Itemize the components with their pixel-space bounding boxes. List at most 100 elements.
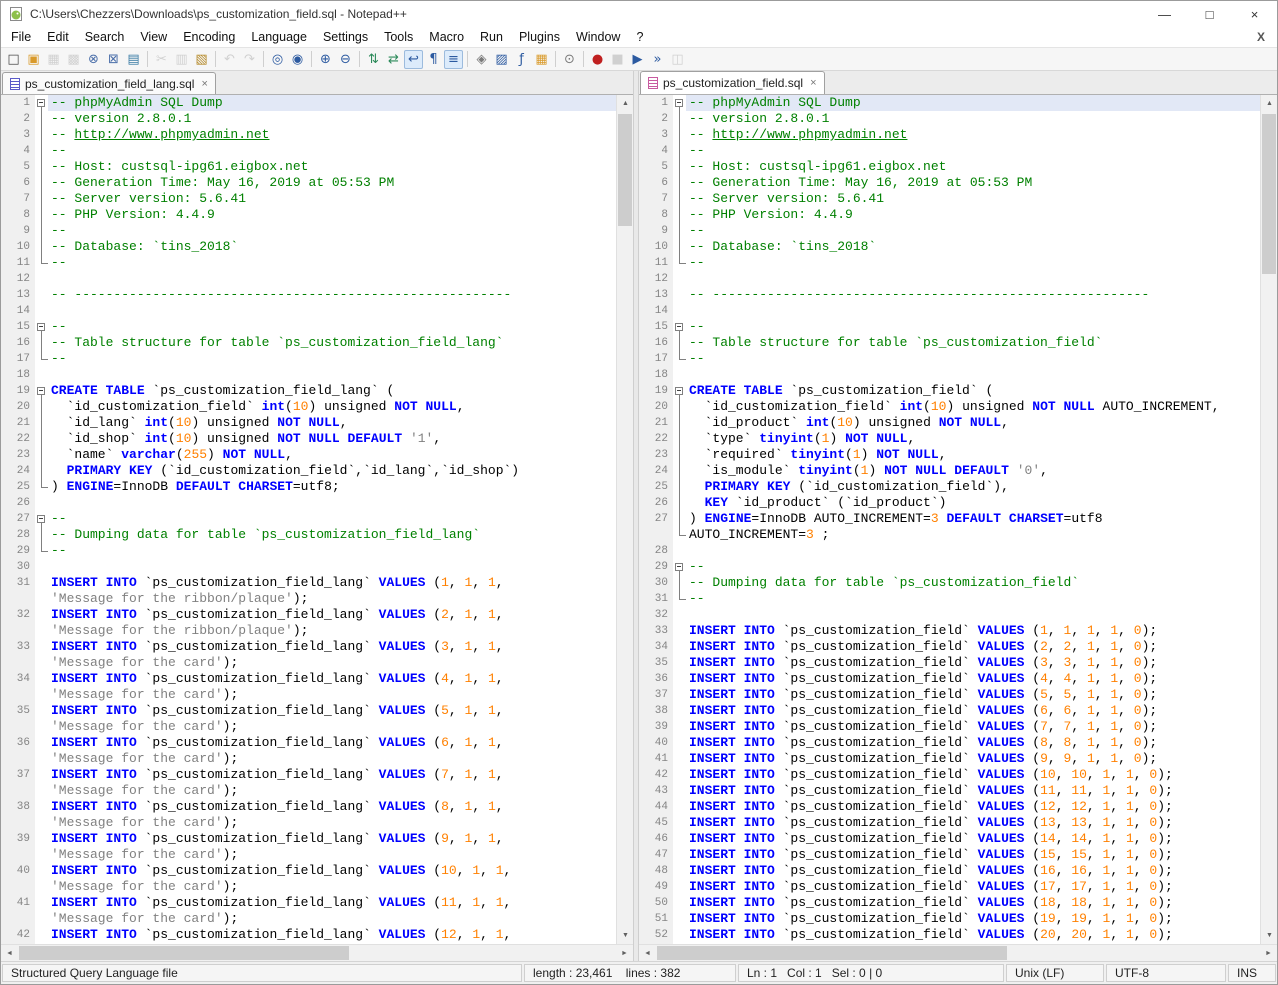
fold-collapse-icon[interactable] xyxy=(673,95,686,111)
scrollbar-thumb[interactable] xyxy=(618,114,632,226)
close-all-icon[interactable]: ⊠ xyxy=(104,50,123,69)
find-icon[interactable]: ◎ xyxy=(268,50,287,69)
code-text: INSERT INTO `ps_customization_field` VAL… xyxy=(686,767,1260,783)
menu-search[interactable]: Search xyxy=(77,28,133,46)
line-number: 11 xyxy=(1,255,35,271)
fold-margin xyxy=(673,223,686,239)
code-text: -- xyxy=(686,143,1260,159)
scroll-right-icon[interactable]: ► xyxy=(616,945,633,962)
cut-icon[interactable]: ✂ xyxy=(152,50,171,69)
scroll-left-icon[interactable]: ◄ xyxy=(1,945,18,962)
scrollbar-thumb[interactable] xyxy=(657,946,1007,960)
menu-edit[interactable]: Edit xyxy=(39,28,77,46)
code-text: 'Message for the card'); xyxy=(48,719,616,735)
user-defined-dialog-icon[interactable]: ◈ xyxy=(472,50,491,69)
code-line: 52INSERT INTO `ps_customization_field` V… xyxy=(639,927,1260,943)
menu-tools[interactable]: Tools xyxy=(376,28,421,46)
scroll-up-icon[interactable]: ▲ xyxy=(617,95,634,112)
print-icon[interactable]: ▤ xyxy=(124,50,143,69)
run-macro-multiple-times-icon[interactable]: » xyxy=(648,50,667,69)
code-text: INSERT INTO `ps_customization_field` VAL… xyxy=(686,639,1260,655)
tab-ps-customization-field[interactable]: ps_customization_field.sql × xyxy=(640,71,825,94)
save-file-icon[interactable]: ▦ xyxy=(44,50,63,69)
open-folder-icon[interactable]: ▣ xyxy=(24,50,43,69)
status-insert-mode[interactable]: INS xyxy=(1228,964,1276,982)
code-line: 34INSERT INTO `ps_customization_field` V… xyxy=(639,639,1260,655)
fold-margin xyxy=(673,415,686,431)
document-map-icon[interactable]: ▨ xyxy=(492,50,511,69)
fold-margin xyxy=(673,303,686,319)
stop-recording-icon[interactable]: ■ xyxy=(608,50,627,69)
fold-collapse-icon[interactable] xyxy=(35,511,48,527)
menu-file[interactable]: File xyxy=(3,28,39,46)
playback-macro-icon[interactable]: ▶ xyxy=(628,50,647,69)
toolbar-separator xyxy=(263,51,264,67)
minimize-button[interactable]: — xyxy=(1142,1,1187,27)
tab-close-icon[interactable]: × xyxy=(201,78,207,90)
scroll-right-icon[interactable]: ► xyxy=(1260,945,1277,962)
tab-ps-customization-field-lang[interactable]: ps_customization_field_lang.sql × xyxy=(2,72,216,94)
fold-collapse-icon[interactable] xyxy=(673,383,686,399)
status-eol-format[interactable]: Unix (LF) xyxy=(1006,964,1104,982)
scroll-down-icon[interactable]: ▼ xyxy=(1261,927,1278,944)
menu-plugins[interactable]: Plugins xyxy=(511,28,568,46)
menu-run[interactable]: Run xyxy=(472,28,511,46)
function-list-icon[interactable]: ƒ xyxy=(512,50,531,69)
line-number: 13 xyxy=(639,287,673,303)
redo-icon[interactable]: ↷ xyxy=(240,50,259,69)
horizontal-scrollbar-left[interactable]: ◄ ► xyxy=(1,944,633,961)
zoom-in-icon[interactable]: ⊕ xyxy=(316,50,335,69)
line-number: 14 xyxy=(639,303,673,319)
restore-button[interactable]: □ xyxy=(1187,1,1232,27)
copy-icon[interactable]: ▥ xyxy=(172,50,191,69)
save-recorded-macro-icon[interactable]: ◫ xyxy=(668,50,687,69)
code-line: 21 `id_lang` int(10) unsigned NOT NULL, xyxy=(1,415,616,431)
close-file-icon[interactable]: ⊗ xyxy=(84,50,103,69)
menu-settings[interactable]: Settings xyxy=(315,28,376,46)
show-all-characters-icon[interactable]: ¶ xyxy=(424,50,443,69)
close-button[interactable]: × xyxy=(1232,1,1277,27)
word-wrap-icon[interactable]: ↩ xyxy=(404,50,423,69)
show-indent-guide-icon[interactable]: ≡ xyxy=(444,50,463,69)
fold-collapse-icon[interactable] xyxy=(35,95,48,111)
menu-encoding[interactable]: Encoding xyxy=(175,28,243,46)
fold-margin xyxy=(673,351,686,367)
sync-vertical-scrolling-icon[interactable]: ⇅ xyxy=(364,50,383,69)
fold-collapse-icon[interactable] xyxy=(35,319,48,335)
monitoring-icon[interactable]: ⊙ xyxy=(560,50,579,69)
scrollbar-thumb[interactable] xyxy=(1262,114,1276,274)
save-all-icon[interactable]: ▩ xyxy=(64,50,83,69)
menu-language[interactable]: Language xyxy=(243,28,315,46)
line-number: 4 xyxy=(639,143,673,159)
code-text: CREATE TABLE `ps_customization_field` ( xyxy=(686,383,1260,399)
menu-view[interactable]: View xyxy=(132,28,175,46)
horizontal-scrollbar-right[interactable]: ◄ ► xyxy=(639,944,1277,961)
vertical-scrollbar-right[interactable]: ▲ ▼ xyxy=(1260,95,1277,944)
folder-as-workspace-icon[interactable]: ▦ xyxy=(532,50,551,69)
menu-help[interactable]: ? xyxy=(628,28,651,46)
zoom-out-icon[interactable]: ⊖ xyxy=(336,50,355,69)
menu-window[interactable]: Window xyxy=(568,28,628,46)
scroll-down-icon[interactable]: ▼ xyxy=(617,927,634,944)
paste-icon[interactable]: ▧ xyxy=(192,50,211,69)
code-area-right[interactable]: 1-- phpMyAdmin SQL Dump2-- version 2.8.0… xyxy=(639,95,1260,944)
undo-icon[interactable]: ↶ xyxy=(220,50,239,69)
scroll-up-icon[interactable]: ▲ xyxy=(1261,95,1278,112)
status-encoding[interactable]: UTF-8 xyxy=(1106,964,1226,982)
menubar-close-icon[interactable]: X xyxy=(1257,30,1265,44)
code-area-left[interactable]: 1-- phpMyAdmin SQL Dump2-- version 2.8.0… xyxy=(1,95,616,944)
menu-macro[interactable]: Macro xyxy=(421,28,472,46)
toolbar-separator xyxy=(359,51,360,67)
fold-collapse-icon[interactable] xyxy=(673,319,686,335)
record-macro-icon[interactable]: ● xyxy=(588,50,607,69)
fold-collapse-icon[interactable] xyxy=(35,383,48,399)
replace-icon[interactable]: ◉ xyxy=(288,50,307,69)
scroll-left-icon[interactable]: ◄ xyxy=(639,945,656,962)
sync-horizontal-scrolling-icon[interactable]: ⇄ xyxy=(384,50,403,69)
tab-close-icon[interactable]: × xyxy=(810,77,816,89)
code-line: 35INSERT INTO `ps_customization_field_la… xyxy=(1,703,616,719)
scrollbar-thumb[interactable] xyxy=(19,946,349,960)
new-file-icon[interactable]: □ xyxy=(4,50,23,69)
vertical-scrollbar-left[interactable]: ▲ ▼ xyxy=(616,95,633,944)
fold-collapse-icon[interactable] xyxy=(673,559,686,575)
